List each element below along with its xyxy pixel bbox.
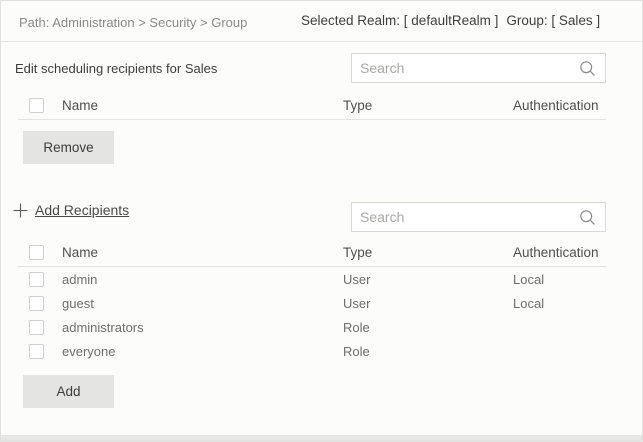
add-recipients-label: Add Recipients [35,202,129,218]
add-recipients-table: Name Type Authentication admin User Loca… [18,239,606,363]
row-checkbox[interactable] [29,272,44,287]
column-header-authentication: Authentication [513,92,606,120]
edit-recipients-title: Edit scheduling recipients for Sales [15,61,217,76]
row-name-cell: everyone [62,339,343,363]
row-name-cell: guest [62,291,343,315]
select-all-checkbox[interactable] [29,98,44,113]
column-header-type: Type [343,92,513,120]
edit-recipients-table: Name Type Authentication [18,92,606,120]
row-name-cell: administrators [62,315,343,339]
plus-icon [13,203,28,218]
table-row: admin User Local [18,267,606,291]
add-recipients-link[interactable]: Add Recipients [13,201,129,219]
table-header-row: Name Type Authentication [18,92,606,120]
row-checkbox[interactable] [29,320,44,335]
add-button[interactable]: Add [23,375,114,408]
table-header-row: Name Type Authentication [18,239,606,267]
edit-search-box [351,53,606,83]
search-icon [579,60,605,77]
search-icon [579,209,605,226]
row-type-cell: User [343,267,513,291]
table-row: guest User Local [18,291,606,315]
row-type-cell: Role [343,315,513,339]
table-row: everyone Role [18,339,606,363]
select-all-checkbox[interactable] [29,245,44,260]
column-header-authentication: Authentication [513,239,606,267]
row-checkbox[interactable] [29,296,44,311]
row-name-cell: admin [62,267,343,291]
bottom-strip [1,435,642,441]
column-header-name: Name [62,239,343,267]
row-type-cell: User [343,291,513,315]
table-row: administrators Role [18,315,606,339]
row-auth-cell [513,315,606,339]
add-search-box [351,202,606,232]
realm-info: Selected Realm: [ defaultRealm ] Group: [… [301,13,608,28]
remove-button[interactable]: Remove [23,131,114,164]
row-type-cell: Role [343,339,513,363]
row-auth-cell: Local [513,291,606,315]
column-header-name: Name [62,92,343,120]
selected-realm-label: Selected Realm: [ defaultRealm ] [301,13,498,28]
edit-search-input[interactable] [352,60,579,76]
row-checkbox[interactable] [29,344,44,359]
row-auth-cell: Local [513,267,606,291]
group-security-panel: Path: Administration > Security > Group … [0,0,643,442]
group-label: Group: [ Sales ] [506,13,600,28]
add-search-input[interactable] [352,209,579,225]
breadcrumb: Path: Administration > Security > Group [19,15,247,30]
column-header-type: Type [343,239,513,267]
top-bar: Path: Administration > Security > Group … [1,1,642,42]
row-auth-cell [513,339,606,363]
